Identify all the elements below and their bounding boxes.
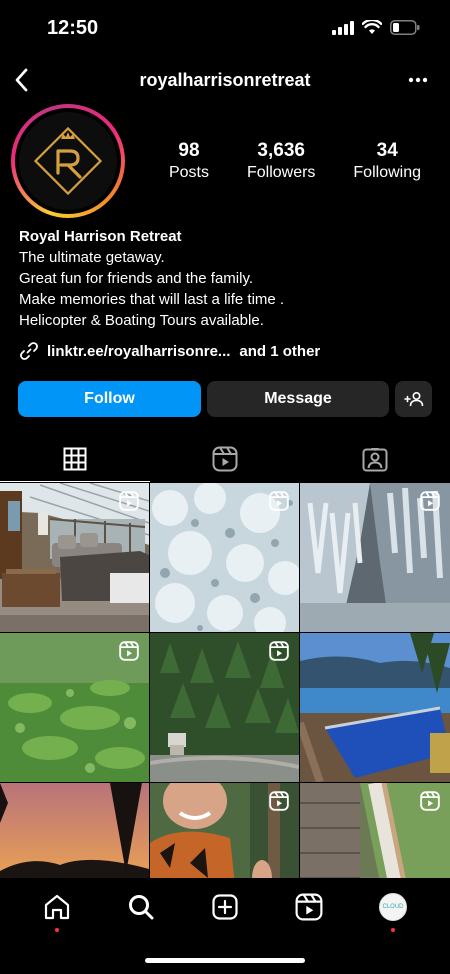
profile-actions: Follow Message xyxy=(18,381,432,417)
post-thumbnail[interactable] xyxy=(0,633,149,782)
tab-tagged[interactable] xyxy=(300,436,450,482)
bio-line: Helicopter & Boating Tours available. xyxy=(19,312,264,329)
stat-label: Posts xyxy=(168,164,209,181)
profile-username: royalharrisonretreat xyxy=(139,70,311,90)
stat-value: 3,636 xyxy=(257,140,305,161)
stat-followers[interactable]: 3,636 Followers xyxy=(247,140,315,183)
profile-header: royalharrisonretreat xyxy=(0,58,450,102)
profile-avatar xyxy=(19,112,117,210)
reel-badge-icon xyxy=(269,641,289,661)
status-time: 12:50 xyxy=(47,17,99,39)
profile-display-name: Royal Harrison Retreat xyxy=(19,228,182,245)
notification-dot xyxy=(391,928,395,932)
tab-posts-grid[interactable] xyxy=(0,436,150,482)
nav-create[interactable] xyxy=(210,892,240,922)
search-icon xyxy=(129,895,154,920)
story-ring[interactable] xyxy=(11,104,125,218)
royal-r-logo-icon xyxy=(33,126,103,196)
suggested-users-button[interactable] xyxy=(395,381,432,417)
nav-search[interactable] xyxy=(126,892,156,922)
link-icon xyxy=(19,341,39,361)
profile-bio: Royal Harrison Retreat The ultimate geta… xyxy=(19,226,439,331)
link-text[interactable]: linktr.ee/royalharrisonre... xyxy=(47,343,230,360)
posts-grid xyxy=(0,483,450,932)
profile-stats: 98 Posts 3,636 Followers 34 Following xyxy=(150,140,440,183)
post-thumbnail[interactable] xyxy=(300,483,450,632)
notification-dot xyxy=(55,928,59,932)
home-icon xyxy=(44,894,70,920)
reel-badge-icon xyxy=(119,491,139,511)
reel-badge-icon xyxy=(119,641,139,661)
status-bar: 12:50 xyxy=(0,0,450,58)
home-indicator xyxy=(145,958,305,963)
bio-line: Great fun for friends and the family. xyxy=(19,270,254,287)
post-thumbnail[interactable] xyxy=(150,483,299,632)
stat-label: Followers xyxy=(246,164,316,181)
stat-posts[interactable]: 98 Posts xyxy=(169,140,209,183)
stat-value: 98 xyxy=(178,140,200,161)
stat-label: Following xyxy=(353,164,421,181)
nav-profile[interactable]: CLOUD xyxy=(378,892,408,932)
battery-icon xyxy=(390,20,420,35)
reel-badge-icon xyxy=(420,791,440,811)
profile-links[interactable]: linktr.ee/royalharrisonre... and 1 other xyxy=(19,341,320,361)
post-thumbnail[interactable] xyxy=(150,633,299,782)
profile-tabs xyxy=(0,436,450,482)
nav-home[interactable] xyxy=(42,892,72,932)
add-user-icon xyxy=(403,391,423,407)
reel-badge-icon xyxy=(269,791,289,811)
post-image xyxy=(300,633,450,782)
message-button[interactable]: Message xyxy=(207,381,389,417)
post-thumbnail[interactable] xyxy=(300,633,450,782)
grid-icon xyxy=(63,447,87,470)
bio-line: The ultimate getaway. xyxy=(19,249,165,266)
post-thumbnail[interactable] xyxy=(0,483,149,632)
stat-value: 34 xyxy=(376,140,398,161)
nav-reels[interactable] xyxy=(294,892,324,922)
status-icons xyxy=(332,20,420,35)
profile-avatar-small: CLOUD xyxy=(379,893,407,921)
link-more[interactable]: and 1 other xyxy=(239,343,320,360)
stat-following[interactable]: 34 Following xyxy=(353,140,421,183)
reels-icon xyxy=(295,893,323,921)
reels-icon xyxy=(212,446,238,472)
create-icon xyxy=(212,894,238,920)
bio-line: Make memories that will last a life time… xyxy=(19,291,285,308)
tab-reels[interactable] xyxy=(150,436,300,482)
wifi-icon xyxy=(362,20,382,34)
reel-badge-icon xyxy=(420,491,440,511)
cellular-signal-icon xyxy=(332,20,354,35)
tagged-icon xyxy=(362,448,388,472)
reel-badge-icon xyxy=(269,491,289,511)
more-icon xyxy=(408,77,428,83)
follow-button[interactable]: Follow xyxy=(18,381,201,417)
more-options-button[interactable] xyxy=(404,66,432,94)
